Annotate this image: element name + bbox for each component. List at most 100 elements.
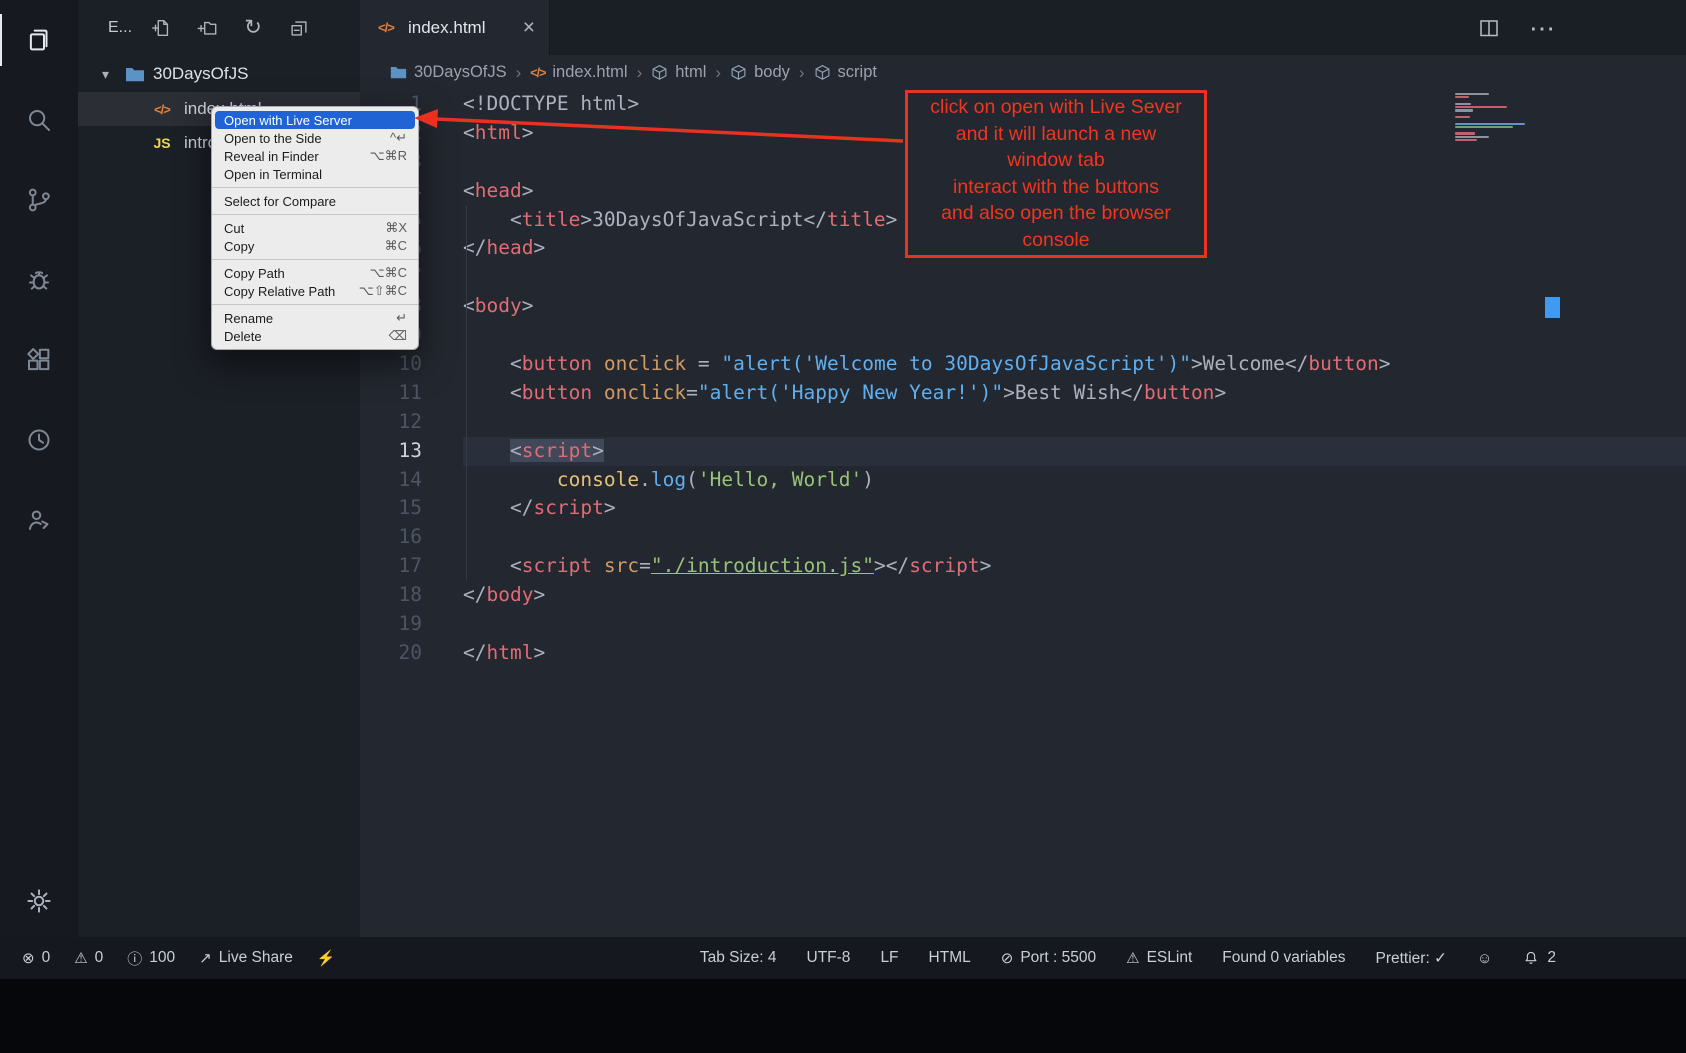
menu-item-open-in-terminal[interactable]: Open in Terminal [215, 165, 415, 183]
code-line-15[interactable]: 15 </script> [360, 494, 1686, 523]
source-control-icon[interactable] [0, 160, 78, 240]
code-line-18[interactable]: 18</body> [360, 581, 1686, 610]
breadcrumb-label: script [838, 63, 877, 82]
new-file-icon[interactable] [148, 15, 174, 41]
chevron-down-icon[interactable]: ▾ [102, 66, 117, 83]
status-live-server-lightning[interactable]: ⚡ [317, 948, 336, 969]
code-line-13[interactable]: 13 <script> [360, 437, 1686, 466]
status-found-variables[interactable]: Found 0 variables [1222, 949, 1345, 968]
status-eslint[interactable]: ⚠ESLint [1126, 949, 1192, 968]
explorer-icon[interactable] [0, 0, 78, 80]
status-encoding[interactable]: UTF-8 [807, 949, 851, 968]
vscode-window: E... ↻ ▾ 30DaysOfJS </>index.htmlJSintro… [0, 0, 1686, 1053]
breadcrumb-separator: › [799, 63, 805, 83]
status-live-share[interactable]: ↗Live Share [199, 948, 293, 969]
line-number: 11 [360, 379, 438, 408]
code-line-10[interactable]: 10 <button onclick = "alert('Welcome to … [360, 350, 1686, 379]
status-label: 100 [149, 949, 175, 967]
code-line-16[interactable]: 16 [360, 523, 1686, 552]
code-line-9[interactable]: 9 [360, 321, 1686, 350]
menu-item-cut[interactable]: Cut⌘X [215, 219, 415, 237]
refresh-icon[interactable]: ↻ [240, 15, 266, 41]
code-line-8[interactable]: 8<body> [360, 292, 1686, 321]
menu-item-open-to-the-side[interactable]: Open to the Side^↵ [215, 129, 415, 147]
code-line-7[interactable]: 7 [360, 263, 1686, 292]
code-text [463, 263, 1686, 292]
code-text [463, 523, 1686, 552]
status-feedback-smiley[interactable]: ☺ [1477, 949, 1492, 968]
bell-icon [1522, 949, 1540, 967]
tab-label: index.html [408, 18, 485, 38]
status-language-mode[interactable]: HTML [929, 949, 971, 968]
code-line-12[interactable]: 12 [360, 408, 1686, 437]
warning-triangle-icon: ⚠ [1126, 949, 1139, 967]
menu-item-select-for-compare[interactable]: Select for Compare [215, 192, 415, 210]
history-icon[interactable] [0, 400, 78, 480]
smiley-icon: ☺ [1477, 950, 1492, 967]
code-line-20[interactable]: 20</html> [360, 639, 1686, 668]
code-line-14[interactable]: 14 console.log('Hello, World') [360, 466, 1686, 495]
breadcrumb-item-body[interactable]: body [730, 63, 790, 82]
code-line-17[interactable]: 17 <script src="./introduction.js"></scr… [360, 552, 1686, 581]
breadcrumb-item-index-html[interactable]: </>index.html [530, 63, 627, 82]
tab-index-html[interactable]: </> index.html × [360, 0, 550, 55]
close-icon[interactable]: × [523, 17, 535, 38]
line-number: 16 [360, 523, 438, 552]
new-folder-icon[interactable] [194, 15, 220, 41]
symbol-cube-icon [651, 64, 668, 81]
breadcrumb: 30DaysOfJS›</>index.html›html›body›scrip… [360, 55, 1686, 90]
menu-item-copy[interactable]: Copy⌘C [215, 237, 415, 255]
menu-item-rename[interactable]: Rename↵ [215, 309, 415, 327]
code-text: </body> [463, 581, 1686, 610]
code-line-11[interactable]: 11 <button onclick="alert('Happy New Yea… [360, 379, 1686, 408]
status-warnings[interactable]: ⚠0 [74, 948, 103, 969]
annotation-box: click on open with Live Sever and it wil… [905, 90, 1207, 258]
code-text: </html> [463, 639, 1686, 668]
code-text: <button onclick = "alert('Welcome to 30D… [463, 350, 1686, 379]
status-errors[interactable]: ⊗0 [22, 948, 50, 969]
split-editor-icon[interactable] [1477, 16, 1501, 40]
search-icon[interactable] [0, 80, 78, 160]
code-text: <button onclick="alert('Happy New Year!'… [463, 379, 1686, 408]
menu-item-copy-relative-path[interactable]: Copy Relative Path⌥⇧⌘C [215, 282, 415, 300]
live-share-icon[interactable] [0, 480, 78, 560]
sidebar-folder-30daysofjs[interactable]: ▾ 30DaysOfJS [78, 58, 360, 90]
line-number: 10 [360, 350, 438, 379]
breadcrumb-label: 30DaysOfJS [414, 63, 507, 82]
html-file-icon: </> [374, 20, 398, 35]
menu-item-shortcut: ^↵ [390, 130, 407, 146]
status-label: UTF-8 [807, 949, 851, 967]
menu-item-delete[interactable]: Delete⌫ [215, 327, 415, 345]
status-live-server-port[interactable]: ⊘Port : 5500 [1001, 949, 1096, 968]
extensions-icon[interactable] [0, 320, 78, 400]
status-label: LF [880, 949, 898, 967]
code-file-icon: </> [530, 66, 545, 80]
menu-item-copy-path[interactable]: Copy Path⌥⌘C [215, 264, 415, 282]
folder-icon [125, 66, 145, 83]
menu-separator [212, 259, 418, 260]
minimap[interactable] [1455, 93, 1551, 145]
menu-item-reveal-in-finder[interactable]: Reveal in Finder⌥⌘R [215, 147, 415, 165]
code-line-19[interactable]: 19 [360, 610, 1686, 639]
breadcrumb-item-html[interactable]: html [651, 63, 706, 82]
folder-icon [390, 64, 407, 81]
status-prettier[interactable]: Prettier: ✓ [1375, 949, 1447, 968]
menu-item-shortcut: ⌫ [389, 328, 407, 344]
html-file-icon: </> [150, 102, 174, 117]
status-label: Port : 5500 [1020, 949, 1096, 967]
code-text: <body> [463, 292, 1686, 321]
menu-separator [212, 187, 418, 188]
status-label: HTML [929, 949, 971, 967]
status-bar: ⊗0 ⚠0 ⓘ100 ↗Live Share ⚡ Tab Size: 4 UTF-8 LF H… [0, 937, 1686, 979]
status-notifications-bell[interactable]: 2 [1522, 949, 1556, 968]
status-info-count[interactable]: ⓘ100 [127, 948, 175, 969]
collapse-all-icon[interactable] [286, 15, 312, 41]
run-debug-icon[interactable] [0, 240, 78, 320]
status-tab-size[interactable]: Tab Size: 4 [700, 949, 777, 968]
status-end-of-line[interactable]: LF [880, 949, 898, 968]
settings-gear-icon[interactable] [0, 861, 78, 941]
breadcrumb-item-30daysofjs[interactable]: 30DaysOfJS [390, 63, 507, 82]
line-number: 15 [360, 494, 438, 523]
breadcrumb-item-script[interactable]: script [814, 63, 877, 82]
menu-item-open-with-live-server[interactable]: Open with Live Server [215, 111, 415, 129]
